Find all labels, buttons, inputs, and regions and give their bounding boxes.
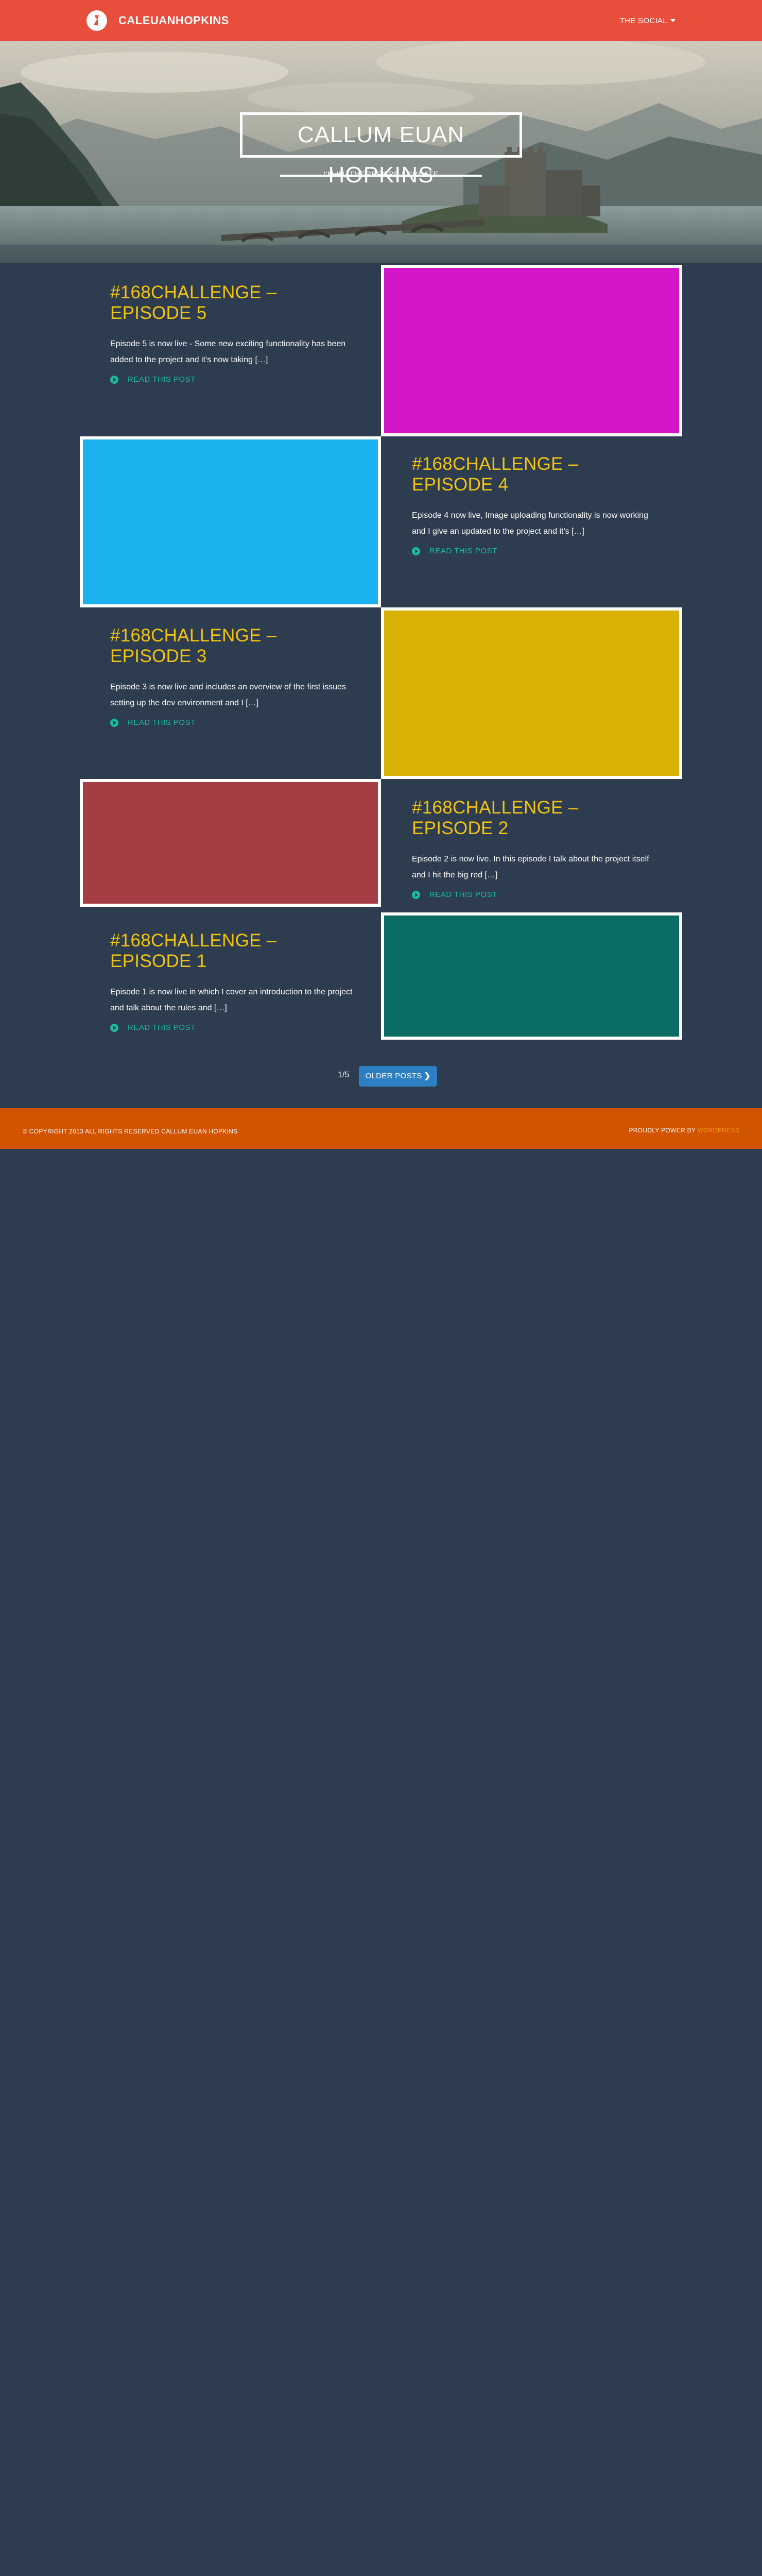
circle-arrow-right-icon xyxy=(110,375,118,384)
read-more-link[interactable]: READ THIS POST xyxy=(110,718,357,727)
older-posts-label: OLDER POSTS xyxy=(365,1072,422,1080)
post-episode-5: #168CHALLENGE – EPISODE 5 Episode 5 is n… xyxy=(110,282,357,384)
post-title[interactable]: #168CHALLENGE – EPISODE 4 xyxy=(412,454,659,495)
read-more-link[interactable]: READ THIS POST xyxy=(412,890,659,899)
read-more-label: READ THIS POST xyxy=(429,547,497,555)
post-title[interactable]: #168CHALLENGE – EPISODE 1 xyxy=(110,930,357,972)
circle-arrow-right-icon xyxy=(412,890,420,899)
footer-powered-by: PROUDLY POWER BY WORDPRESS xyxy=(629,1127,739,1134)
read-more-label: READ THIS POST xyxy=(128,1023,196,1032)
page-count: 1/5 xyxy=(338,1071,350,1079)
post-image-episode-1[interactable] xyxy=(381,912,682,1040)
post-image-episode-2[interactable] xyxy=(80,779,381,907)
post-excerpt: Episode 1 is now live in which I cover a… xyxy=(110,988,353,1012)
site-footer: © COPYRIGHT 2013 ALL RIGHTS RESERVED CAL… xyxy=(0,1108,762,1149)
chevron-right-icon: ❯ xyxy=(424,1072,431,1080)
post-excerpt: Episode 3 is now live and includes an ov… xyxy=(110,683,347,707)
read-more-link[interactable]: READ THIS POST xyxy=(110,375,357,384)
top-nav: CALEUANHOPKINS THE SOCIAL xyxy=(0,0,762,41)
read-more-label: READ THIS POST xyxy=(128,718,196,727)
post-episode-2: #168CHALLENGE – EPISODE 2 Episode 2 is n… xyxy=(412,798,659,899)
read-more-label: READ THIS POST xyxy=(128,375,196,384)
post-image-episode-3[interactable] xyxy=(381,607,682,779)
hero-subtitle: I'M IN, THEREFORE I CREATE xyxy=(323,170,439,179)
read-more-link[interactable]: READ THIS POST xyxy=(110,1023,357,1032)
carrot-logo-icon[interactable] xyxy=(86,10,107,31)
post-image-episode-5[interactable] xyxy=(381,265,682,436)
post-episode-3: #168CHALLENGE – EPISODE 3 Episode 3 is n… xyxy=(110,625,357,727)
post-image-episode-4[interactable] xyxy=(80,436,381,607)
footer-powered-prefix: PROUDLY POWER BY xyxy=(629,1127,696,1134)
footer-copyright: © COPYRIGHT 2013 ALL RIGHTS RESERVED CAL… xyxy=(23,1128,238,1135)
post-episode-1: #168CHALLENGE – EPISODE 1 Episode 1 is n… xyxy=(110,930,357,1032)
hero-title: CALLUM EUAN HOPKINS xyxy=(240,112,522,188)
menu-the-social-label: THE SOCIAL xyxy=(619,16,667,25)
site-brand[interactable]: CALEUANHOPKINS xyxy=(118,14,229,27)
circle-arrow-right-icon xyxy=(412,547,420,555)
post-excerpt: Episode 2 is now live. In this episode I… xyxy=(412,855,649,879)
post-title[interactable]: #168CHALLENGE – EPISODE 5 xyxy=(110,282,357,324)
circle-arrow-right-icon xyxy=(110,1023,118,1032)
post-excerpt: Episode 4 now live, Image uploading func… xyxy=(412,511,648,536)
read-more-label: READ THIS POST xyxy=(429,890,497,899)
menu-the-social[interactable]: THE SOCIAL xyxy=(620,16,676,25)
post-title[interactable]: #168CHALLENGE – EPISODE 3 xyxy=(110,625,357,667)
post-excerpt: Episode 5 is now live - Some new excitin… xyxy=(110,340,346,364)
read-more-link[interactable]: READ THIS POST xyxy=(412,547,659,555)
post-title[interactable]: #168CHALLENGE – EPISODE 2 xyxy=(412,798,659,839)
wordpress-link[interactable]: WORDPRESS xyxy=(698,1127,739,1134)
caret-down-icon xyxy=(670,19,676,22)
circle-arrow-right-icon xyxy=(110,718,118,727)
post-episode-4: #168CHALLENGE – EPISODE 4 Episode 4 now … xyxy=(412,454,659,555)
older-posts-button[interactable]: OLDER POSTS ❯ xyxy=(359,1066,437,1087)
hero-banner: CALLUM EUAN HOPKINS I'M IN, THEREFORE I … xyxy=(0,41,762,263)
